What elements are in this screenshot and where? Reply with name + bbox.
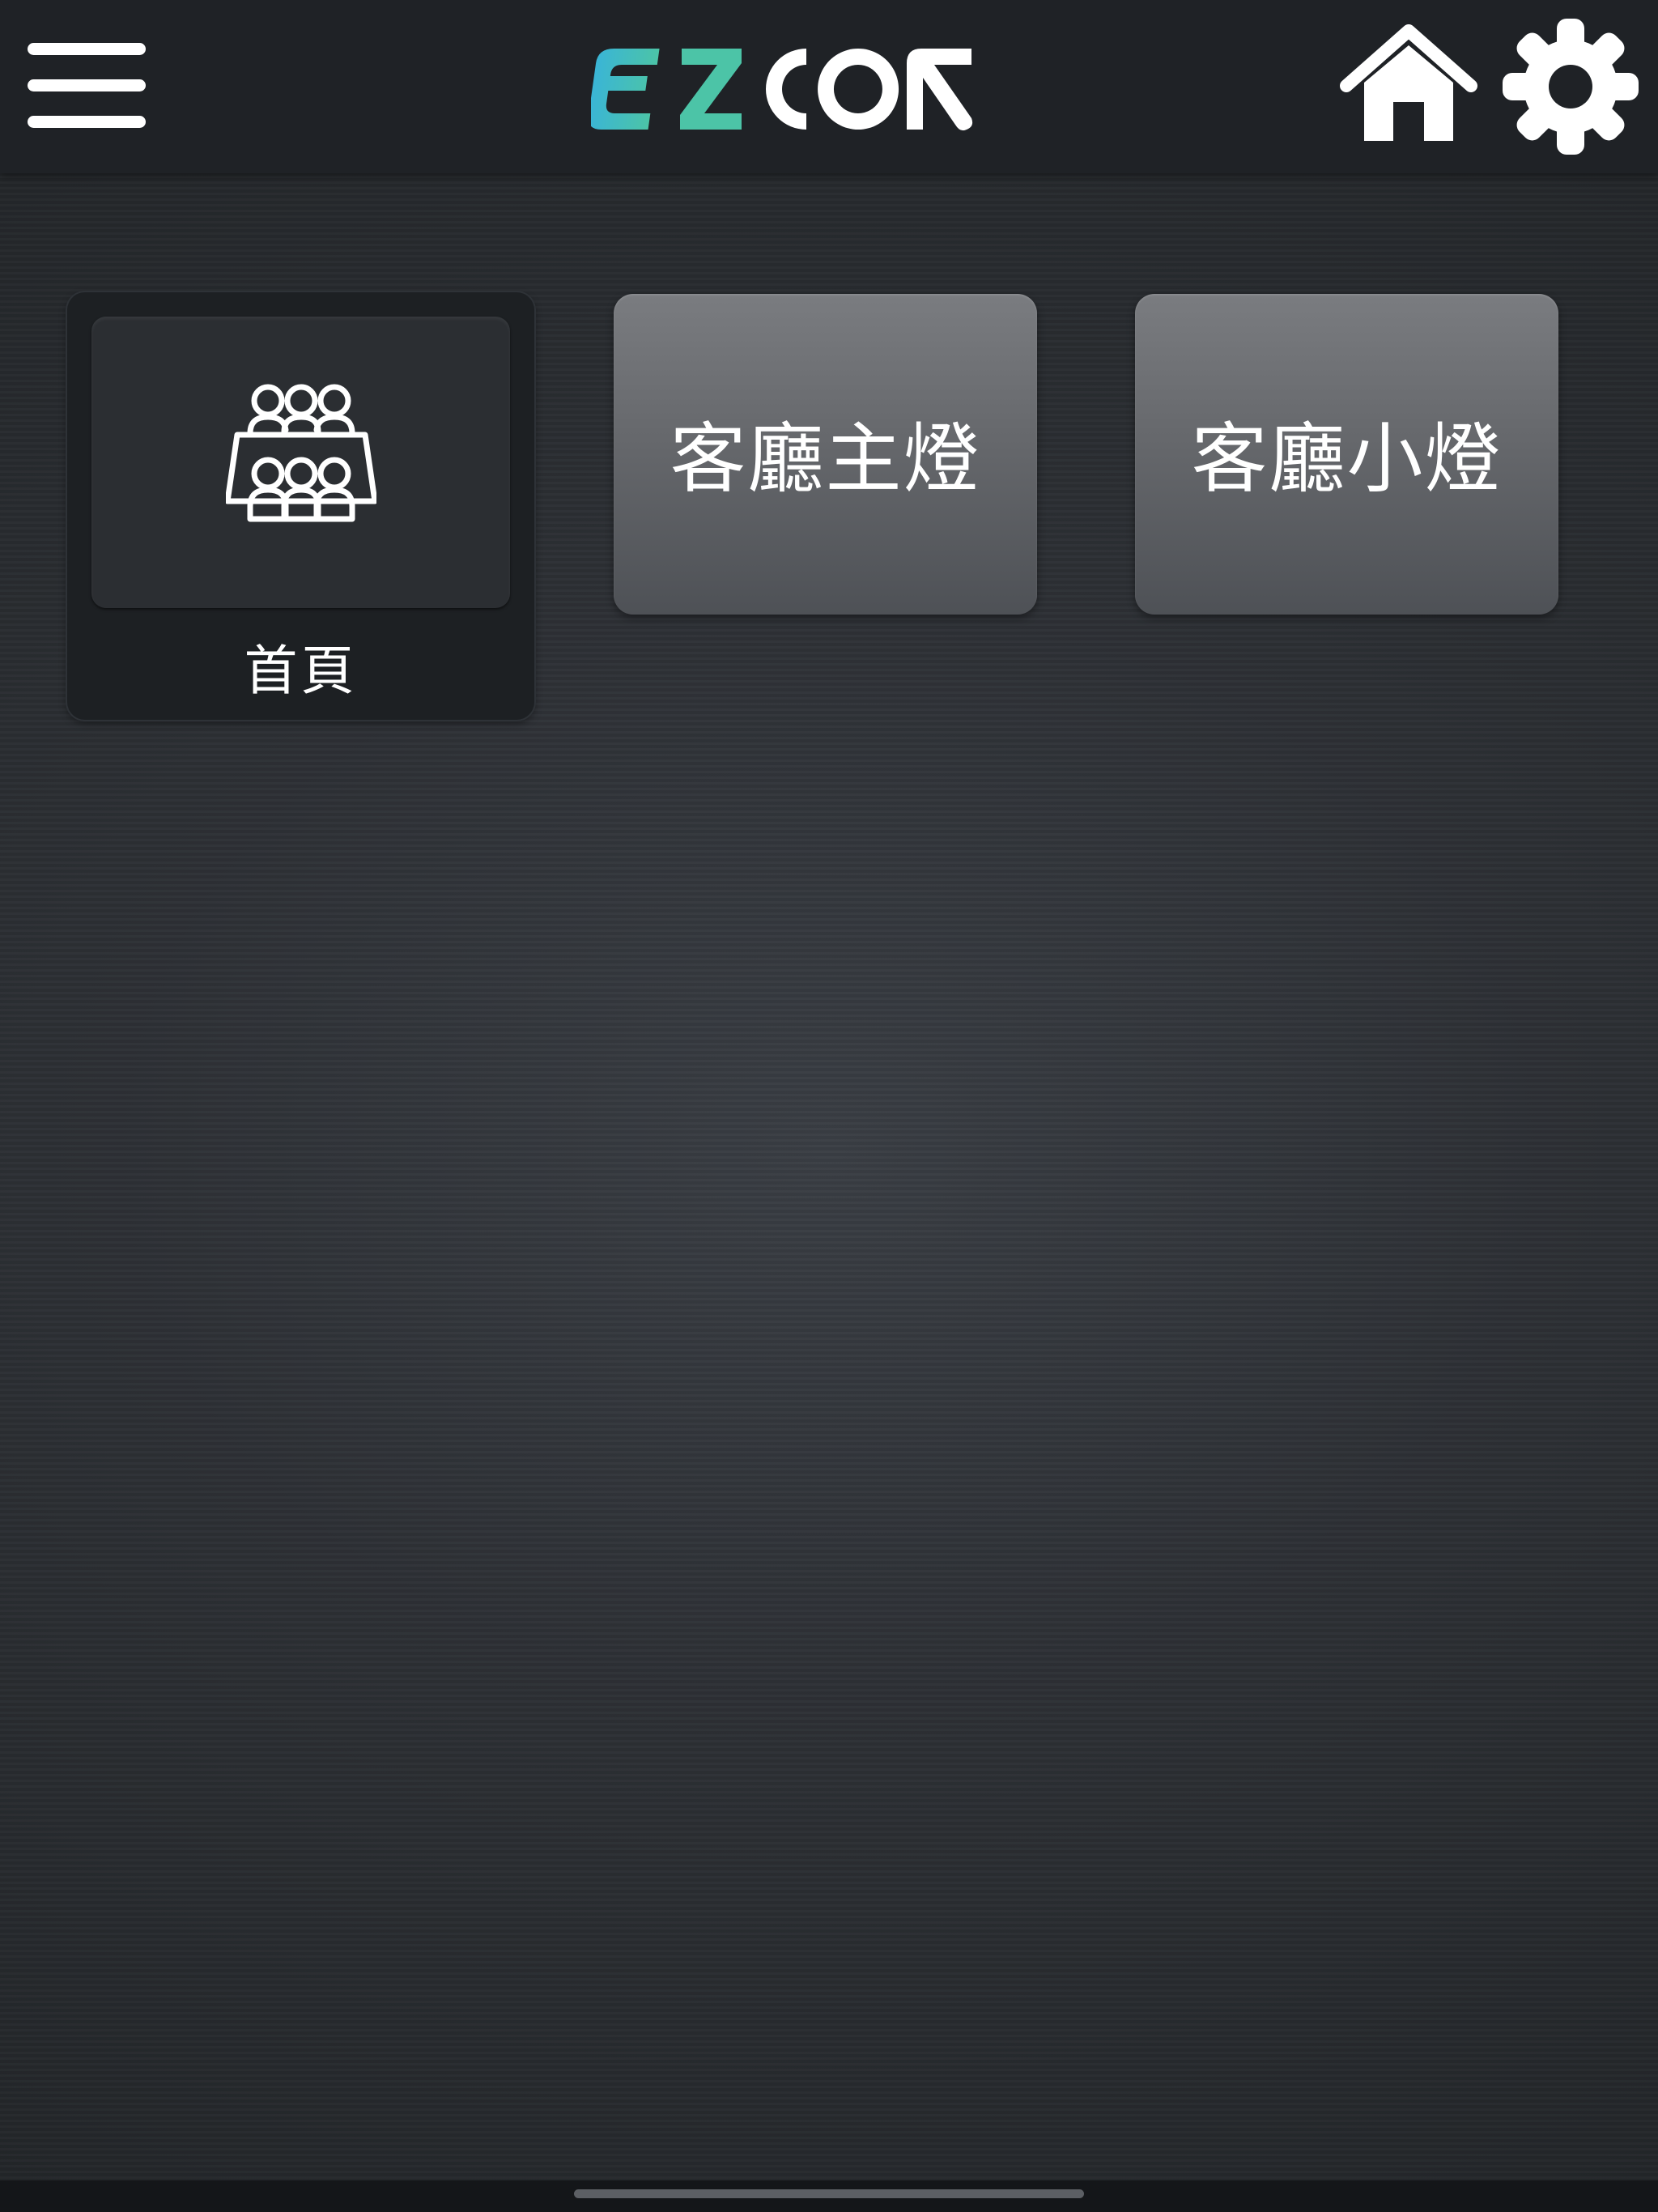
- top-bar: [0, 0, 1658, 173]
- tile-living-room-small-light-label: 客廳小燈: [1191, 415, 1503, 504]
- home-indicator[interactable]: [574, 2189, 1084, 2198]
- tile-home-icon-panel: [91, 317, 510, 608]
- menu-button[interactable]: [28, 40, 146, 131]
- tile-home-label: 首頁: [244, 640, 358, 702]
- hamburger-menu-icon: [28, 43, 146, 55]
- tile-living-room-main-light[interactable]: 客廳主燈: [614, 294, 1037, 615]
- tile-home[interactable]: 首頁: [67, 292, 534, 720]
- settings-button[interactable]: [1502, 18, 1639, 155]
- gear-icon: [1503, 19, 1639, 155]
- people-group-icon: [226, 384, 376, 522]
- tile-living-room-small-light[interactable]: 客廳小燈: [1135, 294, 1558, 615]
- home-icon: [1340, 24, 1477, 141]
- ezcon-logo: [591, 49, 973, 131]
- hamburger-menu-icon-bar: [28, 116, 146, 128]
- tile-living-room-main-light-label: 客廳主燈: [670, 415, 981, 504]
- app-screen: 首頁 客廳主燈 客廳小燈: [0, 0, 1658, 2212]
- home-button[interactable]: [1340, 23, 1477, 146]
- hamburger-menu-icon-bar: [28, 79, 146, 91]
